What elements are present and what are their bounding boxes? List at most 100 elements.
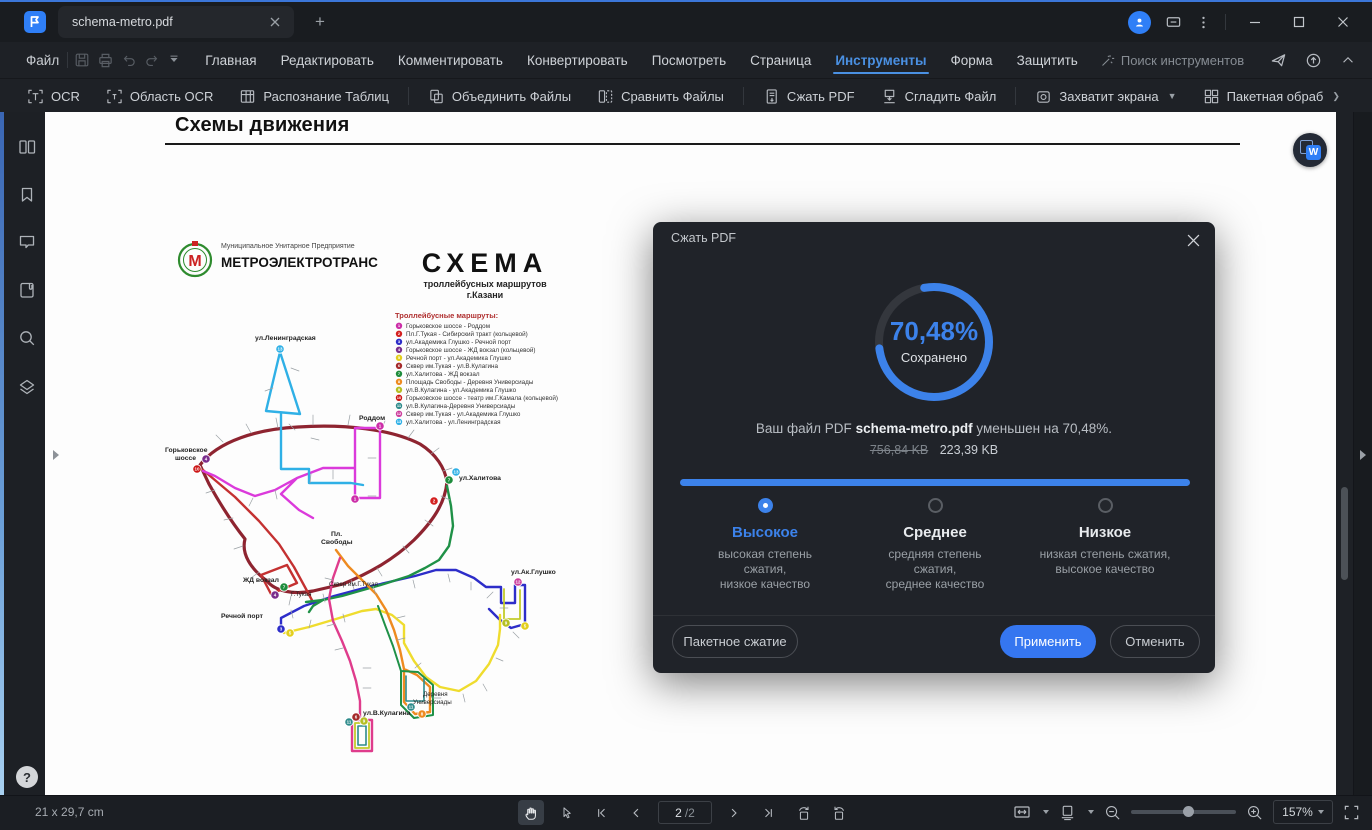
vertical-scrollbar[interactable] [1341,487,1348,580]
left-panel-expander-icon[interactable] [53,450,59,460]
zoom-level-select[interactable]: 157% [1273,800,1333,824]
map-company: МЕТРОЭЛЕКТРОТРАНС [221,255,378,270]
table-icon [239,88,256,105]
save-icon[interactable] [74,52,90,68]
svg-text:М: М [188,253,201,270]
zoom-slider[interactable] [1131,806,1236,817]
flatten-icon [881,88,898,105]
print-icon[interactable] [97,52,114,69]
layers-panel-icon[interactable] [17,377,37,397]
send-icon[interactable] [1270,52,1287,69]
compressed-file-name: schema-metro.pdf [855,421,973,436]
zoom-out-button[interactable] [1104,804,1121,821]
map-label: ул.Ленинградская [255,335,316,342]
map-legend-title: Троллейбусные маршруты: [395,311,498,320]
quick-tools-caret-icon[interactable] [167,53,181,67]
collapse-toolbar-icon[interactable] [1340,52,1356,68]
bookmarks-panel-icon[interactable] [17,185,37,205]
radio-Высокое[interactable] [757,498,773,513]
tool-flatten-button[interactable]: Сгладить Файл [868,88,1010,105]
map-terminal-11: 11 [344,717,354,727]
menu-Редактировать[interactable]: Редактировать [273,45,382,75]
menu-Конвертировать[interactable]: Конвертировать [519,45,636,75]
option-label[interactable]: Низкое [1020,524,1190,541]
rotate-right-button[interactable] [826,800,852,825]
tool-merge-button[interactable]: Объединить Файлы [415,88,584,105]
apply-button[interactable]: Применить [1000,625,1096,658]
share-upload-icon[interactable] [1305,52,1322,69]
fit-width-caret-icon[interactable] [1043,810,1049,814]
zoom-slider-thumb[interactable] [1183,806,1194,817]
old-file-size: 756,84 KB [869,443,929,457]
tool-table-button[interactable]: Распознание Таблиц [226,88,402,105]
option-label[interactable]: Среднее [850,524,1020,541]
hand-tool-button[interactable] [518,800,544,825]
right-panel-expander-icon[interactable] [1360,450,1366,460]
tool-ocr-button[interactable]: OCR [14,88,93,105]
option-label[interactable]: Высокое [680,524,850,541]
first-page-button[interactable] [588,800,614,825]
cancel-button[interactable]: Отменить [1110,625,1200,658]
user-avatar[interactable] [1128,10,1151,34]
comments-panel-icon[interactable] [17,232,37,252]
menu-Страница[interactable]: Страница [742,45,819,75]
radio-Среднее[interactable] [927,498,943,513]
route-map: М Муниципальное Унитарное Предприятие МЕТР… [165,241,558,753]
search-panel-icon[interactable] [17,328,37,348]
left-sidebar [0,112,45,795]
compression-slider[interactable] [680,479,1190,486]
tool-search[interactable]: Поиск инструментов [1100,53,1244,68]
page-number-input[interactable]: 2 /2 [658,801,712,824]
radio-Низкое[interactable] [1097,498,1113,513]
page-display-button[interactable] [1059,804,1076,821]
toolbar-separator [1015,87,1017,105]
next-page-button[interactable] [721,800,747,825]
tool-ocr-area-button[interactable]: Область OCR [93,88,227,105]
menu-Форма[interactable]: Форма [943,45,1001,75]
redo-icon[interactable] [144,52,160,68]
dialog-close-icon[interactable] [1183,230,1203,250]
select-tool-button[interactable] [553,800,579,825]
legend-item-10: 10 Горьковское шоссе - театр им.Г.Камала … [395,394,558,402]
menu-Комментировать[interactable]: Комментировать [390,45,511,75]
tool-camera-button[interactable]: Захватит экрана ▼ [1022,88,1189,105]
feedback-icon[interactable] [1165,14,1182,31]
page-display-caret-icon[interactable] [1088,810,1094,814]
convert-to-word-badge[interactable]: W [1293,133,1327,167]
menu-Инструменты[interactable]: Инструменты [827,45,934,75]
fit-width-button[interactable] [1013,803,1031,821]
help-button[interactable]: ? [16,766,38,788]
maximize-button[interactable] [1284,8,1314,36]
tool-compress-button[interactable]: Сжать PDF [750,88,868,105]
menu-file[interactable]: Файл [18,49,67,72]
tool-compare-button[interactable]: Сравнить Файлы [584,88,737,105]
word-letter: W [1306,145,1321,160]
close-window-button[interactable] [1328,8,1358,36]
map-title: СХЕМА [422,248,548,278]
undo-icon[interactable] [121,52,137,68]
new-tab-button[interactable]: + [308,10,332,34]
tab-close-icon[interactable] [266,13,284,31]
menu-Посмотреть[interactable]: Посмотреть [644,45,734,75]
toolbar-separator [407,87,409,105]
more-menu-icon[interactable] [1196,15,1211,30]
document-tab[interactable]: schema-metro.pdf [58,6,294,38]
last-page-button[interactable] [756,800,782,825]
menu-Главная[interactable]: Главная [197,45,264,75]
titlebar-separator [1225,14,1226,30]
minimize-button[interactable] [1240,8,1270,36]
tool-label: Захватит экрана [1059,88,1159,104]
previous-page-button[interactable] [623,800,649,825]
menu-Защитить[interactable]: Защитить [1009,45,1086,75]
map-label: Г.Тукая [291,591,311,598]
svg-text:Речной порт - ул.Академика Глу: Речной порт - ул.Академика Глушко [406,354,511,362]
batch-compress-button[interactable]: Пакетное сжатие [672,625,798,658]
tool-batch-button[interactable]: Пакетная обраб ❯ [1190,88,1353,105]
svg-text:11: 11 [347,720,352,725]
thumbnails-panel-icon[interactable] [17,137,37,157]
fullscreen-button[interactable] [1343,804,1360,821]
zoom-in-button[interactable] [1246,804,1263,821]
rotate-left-button[interactable] [791,800,817,825]
annotations-panel-icon[interactable] [17,280,37,300]
tool-label: Сгладить Файл [904,88,997,104]
